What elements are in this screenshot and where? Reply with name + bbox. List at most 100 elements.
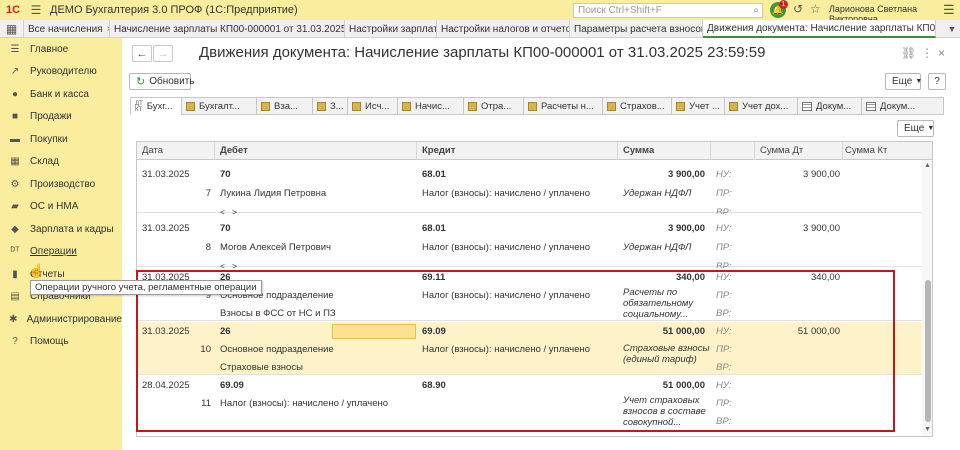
credit-subconto-1: Налог (взносы): начислено / уплачено xyxy=(422,188,591,199)
sidebar-item-label: ОС и НМА xyxy=(30,201,79,213)
column-divider xyxy=(617,142,618,160)
register-icon xyxy=(607,101,616,111)
sections-panel: ☰ Главное ↗ Руководителю ● Банк и касса ■ Пр… xyxy=(0,38,122,450)
arrow-left-icon: ← xyxy=(136,47,148,60)
table-row[interactable]: 31.03.2025 8 70 Могов Алексей Петрович <… xyxy=(137,214,932,272)
factory-icon: ⚙ xyxy=(10,178,20,190)
register-icon xyxy=(468,101,477,111)
scrollbar-thumb[interactable] xyxy=(925,280,931,422)
bank-icon: ● xyxy=(11,88,19,100)
tab-accounting[interactable]: ДТ КТ Бухг... xyxy=(130,97,182,115)
credit-subconto-1: Налог (взносы): начислено / уплачено xyxy=(422,242,591,253)
col-debit[interactable]: Дебет xyxy=(220,145,248,156)
column-divider xyxy=(214,142,215,160)
row-number: 8 xyxy=(205,242,211,253)
tab-register[interactable]: З... xyxy=(313,97,348,115)
title-bar: 1С ☰ ДЕМО Бухгалтерия 3.0 ПРОФ (1С:Предп… xyxy=(0,0,960,24)
scroll-up-icon[interactable]: ▲ xyxy=(924,162,931,169)
col-credit[interactable]: Кредит xyxy=(422,145,455,156)
back-button[interactable]: ← xyxy=(132,45,152,62)
dt-kt-icon: ДТ КТ xyxy=(135,100,143,113)
app-title: ДЕМО Бухгалтерия 3.0 ПРОФ (1С:Предприяти… xyxy=(50,4,298,16)
tab-contribution-params[interactable]: Параметры расчета взносов× xyxy=(570,20,703,38)
tab-label: Докум... xyxy=(880,100,916,112)
tab-register[interactable]: Исч... xyxy=(348,97,398,115)
more-vert-icon[interactable]: ⋮ xyxy=(921,46,933,60)
tooltip: Операции ручного учета, регламентные опе… xyxy=(30,280,262,295)
more-button[interactable]: Еще ▼ xyxy=(885,73,923,90)
arrow-right-icon: → xyxy=(157,47,169,60)
tab-salary-settings[interactable]: Настройки зарплаты× xyxy=(345,20,437,38)
sidebar-item-assets[interactable]: ▰ ОС и НМА xyxy=(0,196,122,219)
chevron-down-icon[interactable]: ▼ xyxy=(944,20,960,37)
tab-register[interactable]: Вза... xyxy=(257,97,313,115)
register-icon xyxy=(186,101,195,111)
sidebar-item-manager[interactable]: ↗ Руководителю xyxy=(0,61,122,84)
tab-register[interactable]: Расчеты н... xyxy=(524,97,603,115)
row-number: 7 xyxy=(205,188,211,199)
main-menu-icon[interactable]: ☰ xyxy=(26,0,46,20)
sidebar-item-label: Производство xyxy=(30,178,96,190)
col-date[interactable]: Дата xyxy=(142,145,163,156)
tab-register[interactable]: Учет ... xyxy=(672,97,725,115)
col-sum-kt[interactable]: Сумма Кт xyxy=(845,145,887,156)
book-icon: ▤ xyxy=(10,291,20,303)
column-divider xyxy=(842,142,843,160)
forward-button[interactable]: → xyxy=(153,45,173,62)
tab-document-movements[interactable]: Движения документа: Начисление зарплаты … xyxy=(703,20,936,38)
notification-count-badge: 1 xyxy=(779,0,788,9)
link-icon[interactable]: ⛓ xyxy=(901,46,916,60)
close-icon[interactable]: × xyxy=(938,46,945,60)
favorites-icon[interactable]: ☆ xyxy=(810,2,821,16)
sidebar-item-admin[interactable]: ✱ Администрирование xyxy=(0,308,122,331)
tab-label: Все начисления xyxy=(28,23,103,35)
global-search-input[interactable]: Поиск Ctrl+Shift+F ⌕ xyxy=(573,3,763,18)
tab-register[interactable]: Отра... xyxy=(464,97,524,115)
warehouse-icon: ▦ xyxy=(10,156,20,168)
table-icon xyxy=(802,101,812,111)
sidebar-item-warehouse[interactable]: ▦ Склад xyxy=(0,151,122,174)
sidebar-item-label: Продажи xyxy=(30,111,72,123)
row-sum-dt: 3 900,00 xyxy=(803,169,840,180)
row-sum-dt: 3 900,00 xyxy=(803,223,840,234)
tab-all-accruals[interactable]: Все начисления× xyxy=(24,20,110,38)
tab-tax-settings[interactable]: Настройки налогов и отчетов× xyxy=(437,20,570,38)
tab-label: Отра... xyxy=(481,100,512,112)
sidebar-item-production[interactable]: ⚙ Производство xyxy=(0,173,122,196)
tab-register[interactable]: Учет дох... xyxy=(725,97,798,115)
sidebar-item-sales[interactable]: ■ Продажи xyxy=(0,106,122,129)
row-sum: 3 900,00 xyxy=(668,169,705,180)
help-button[interactable]: ? xyxy=(928,73,946,90)
tab-register[interactable]: Начис... xyxy=(398,97,464,115)
tab-label: Бухг... xyxy=(146,101,173,112)
sidebar-item-help[interactable]: ? Помощь xyxy=(0,331,122,354)
chevron-down-icon: ▼ xyxy=(915,78,923,85)
tab-label: Начисление зарплаты КП00-000001 от 31.03… xyxy=(114,23,345,35)
home-grid-icon[interactable]: ▦ xyxy=(0,20,24,38)
grid-more-button[interactable]: Еще ▼ xyxy=(897,120,934,137)
tab-document-table[interactable]: Докум... xyxy=(798,97,862,115)
open-windows-bar: ▦ Все начисления× Начисление зарплаты КП… xyxy=(0,20,960,38)
settings-menu-icon[interactable]: ☰ xyxy=(943,2,955,18)
register-icon xyxy=(352,101,361,111)
scroll-down-icon[interactable]: ▼ xyxy=(924,426,931,433)
sidebar-item-label: Руководителю xyxy=(30,66,97,78)
tab-label: З... xyxy=(330,100,344,112)
tab-label: Начис... xyxy=(415,100,450,112)
app-logo: 1С xyxy=(5,4,21,16)
sidebar-item-bank[interactable]: ● Банк и касса xyxy=(0,83,122,106)
col-sum-dt[interactable]: Сумма Дт xyxy=(760,145,803,156)
tab-label: Учет дох... xyxy=(742,100,789,112)
tab-register[interactable]: Бухгалт... xyxy=(182,97,257,115)
tab-register[interactable]: Страхов... xyxy=(603,97,672,115)
tab-salary-document[interactable]: Начисление зарплаты КП00-000001 от 31.03… xyxy=(110,20,345,38)
sidebar-item-operations[interactable]: ᴰᵀ Операции xyxy=(0,241,122,264)
refresh-button[interactable]: ↻ Обновить xyxy=(129,73,195,90)
sidebar-item-payroll[interactable]: ◆ Зарплата и кадры xyxy=(0,218,122,241)
sidebar-item-main[interactable]: ☰ Главное xyxy=(0,38,122,61)
col-sum[interactable]: Сумма xyxy=(623,145,654,156)
tab-document-table[interactable]: Докум... xyxy=(862,97,944,115)
table-row[interactable]: 31.03.2025 7 70 Лукина Лидия Петровна <.… xyxy=(137,160,932,218)
sidebar-item-purchases[interactable]: ▬ Покупки xyxy=(0,128,122,151)
history-icon[interactable]: ↺ xyxy=(793,2,803,16)
